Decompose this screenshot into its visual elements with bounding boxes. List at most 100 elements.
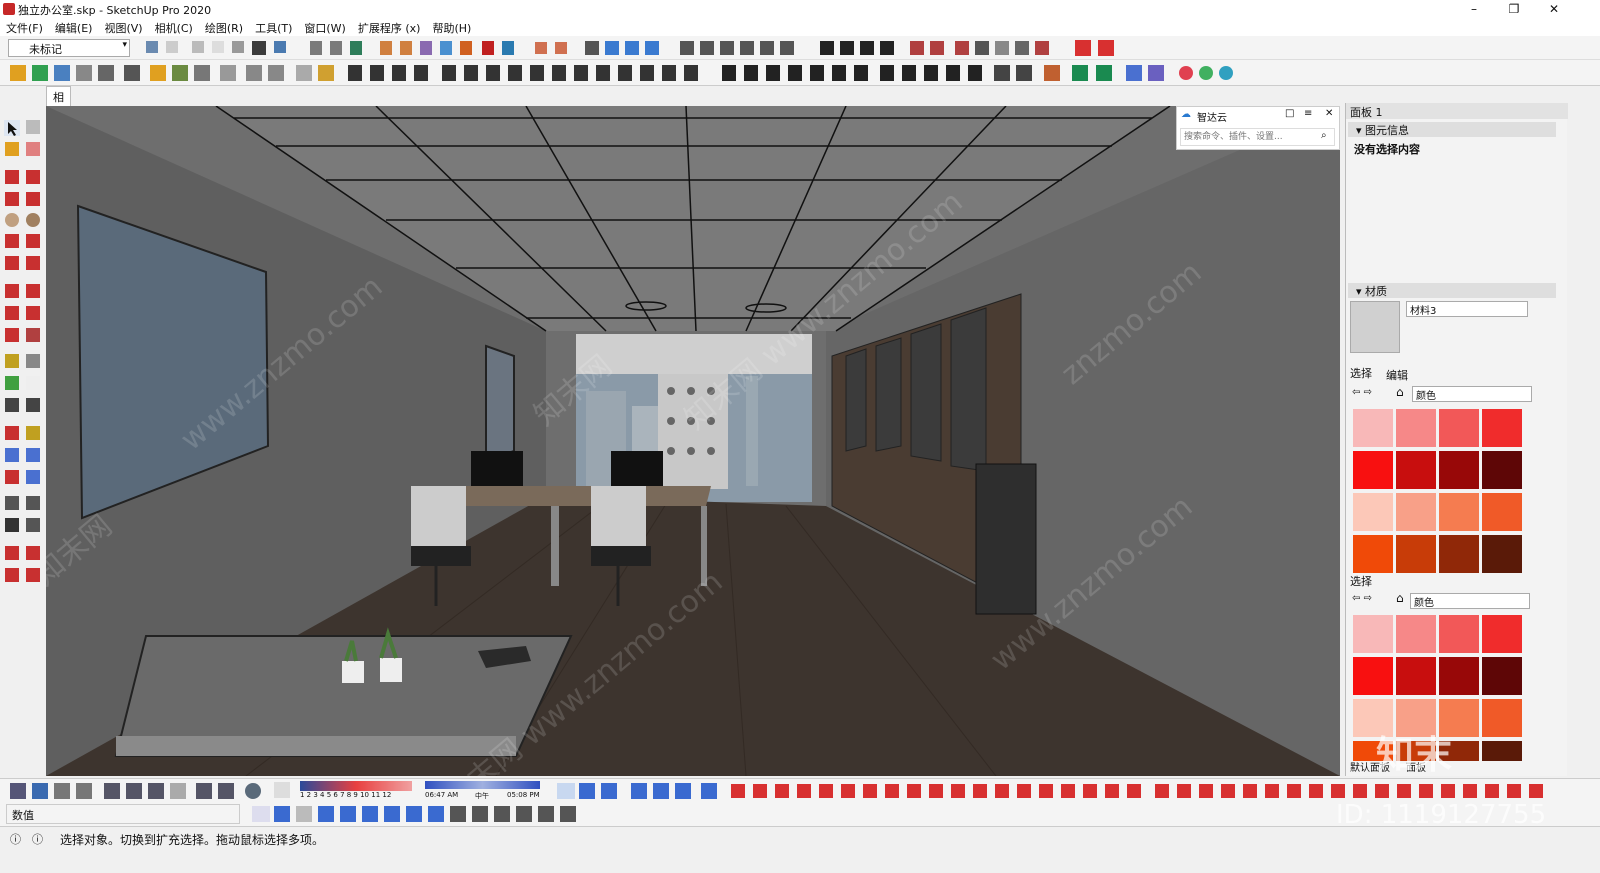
menu-file[interactable]: 文件(F) (0, 18, 49, 36)
color-swatch[interactable] (1396, 657, 1436, 695)
color-swatch[interactable] (1353, 493, 1393, 531)
tag-select[interactable]: 未标记 ▾ (8, 39, 130, 57)
collection-select[interactable]: 颜色 (1412, 386, 1532, 402)
search-panel-title: 智达云 (1197, 113, 1227, 124)
extension-tools[interactable] (555, 781, 1595, 801)
toolbar-row-1-icons[interactable] (140, 39, 1140, 57)
status-message: 选择对象。切换到扩充选择。拖动鼠标选择多项。 (60, 833, 325, 847)
entity-info-header[interactable]: ▾ 图元信息 (1348, 122, 1556, 137)
model-viewport[interactable]: www.znzmo.com 知末网 知末网 www.znzmo.com znzm… (46, 106, 1340, 776)
color-swatch[interactable] (1482, 409, 1522, 447)
menu-icon[interactable]: ≡ (1304, 108, 1312, 119)
home-icon-2[interactable]: ⌂ (1396, 591, 1404, 605)
select-label-2: 选择 (1350, 575, 1372, 588)
printer-cabinet (975, 463, 1037, 615)
color-swatch[interactable] (1439, 535, 1479, 573)
menu-draw[interactable]: 绘图(R) (199, 18, 249, 36)
color-swatch[interactable] (1396, 615, 1436, 653)
info-icon[interactable]: ⓘ (32, 831, 43, 847)
color-swatch[interactable] (1482, 699, 1522, 737)
color-swatch[interactable] (1439, 409, 1479, 447)
month-slider[interactable] (300, 781, 412, 791)
menu-help[interactable]: 帮助(H) (426, 18, 477, 36)
tray-panel: 面板 1 ▾ 图元信息 没有选择内容 ▾ 材质 材料3 选择 编辑 ⇦ ⇨ ⌂ … (1345, 103, 1568, 776)
wall-painting-small (485, 344, 515, 463)
title-bar: 独立办公室.skp - SketchUp Pro 2020 – ❐ ✕ (0, 0, 1600, 18)
search-panel: ☁ 智达云 □ ≡ ✕ ⌕ (1176, 106, 1340, 150)
menu-bar: 文件(F) 编辑(E) 视图(V) 相机(C) 绘图(R) 工具(T) 窗口(W… (0, 18, 1600, 36)
color-swatch[interactable] (1353, 451, 1393, 489)
command-search-input[interactable] (1180, 128, 1335, 146)
color-swatch[interactable] (1396, 535, 1436, 573)
back-arrow-icon[interactable]: ⇦ ⇨ (1352, 387, 1372, 398)
color-swatch[interactable] (1482, 535, 1522, 573)
monitor-2 (611, 451, 663, 486)
color-swatch[interactable] (1353, 657, 1393, 695)
color-swatch-grid-1 (1350, 407, 1528, 573)
menu-camera[interactable]: 相机(C) (149, 18, 199, 36)
brand-watermark: 知末 (1376, 733, 1453, 777)
restore-button[interactable]: ❐ (1494, 0, 1534, 18)
monitor-1 (471, 451, 523, 486)
search-icon[interactable]: ⌕ (1321, 130, 1327, 141)
shadow-icon[interactable] (274, 782, 290, 798)
menu-tools[interactable]: 工具(T) (249, 18, 298, 36)
color-swatch[interactable] (1396, 451, 1436, 489)
toolbar-row-2-icons[interactable] (6, 63, 1256, 83)
home-icon[interactable]: ⌂ (1396, 385, 1404, 399)
time-noon: 中午 (475, 792, 489, 800)
close-button[interactable]: ✕ (1534, 0, 1574, 18)
maximize-icon[interactable]: □ (1285, 108, 1294, 119)
desk (456, 486, 711, 506)
color-swatch[interactable] (1353, 535, 1393, 573)
tab-select[interactable]: 选择 (1350, 365, 1372, 381)
color-swatch[interactable] (1439, 451, 1479, 489)
window-title: 独立办公室.skp - SketchUp Pro 2020 (18, 4, 212, 17)
back-arrow-icon-2[interactable]: ⇦ ⇨ (1352, 593, 1372, 604)
entity-info-text: 没有选择内容 (1354, 143, 1420, 156)
color-swatch[interactable] (1482, 451, 1522, 489)
geo-location-icon[interactable]: ⓘ (10, 831, 21, 847)
material-name-field[interactable]: 材料3 (1406, 301, 1528, 317)
tool-icons[interactable] (0, 108, 46, 588)
menu-extensions[interactable]: 扩展程序 (x) (352, 18, 427, 36)
view-tools[interactable] (8, 781, 298, 801)
bottom-toolbar-1: 1 2 3 4 5 6 7 8 9 10 11 12 06:47 AM 中午 0… (0, 778, 1600, 802)
material-preview (1350, 301, 1400, 353)
color-swatch[interactable] (1439, 493, 1479, 531)
office-scene (46, 106, 1340, 776)
tab-edit[interactable]: 编辑 (1386, 367, 1408, 383)
time-start: 06:47 AM (425, 791, 459, 799)
color-swatch[interactable] (1396, 493, 1436, 531)
color-swatch[interactable] (1396, 409, 1436, 447)
color-swatch[interactable] (1439, 657, 1479, 695)
minimize-button[interactable]: – (1454, 0, 1494, 18)
measurements-box[interactable] (6, 804, 240, 824)
plugin-tools[interactable] (250, 804, 600, 824)
menu-window[interactable]: 窗口(W) (298, 18, 351, 36)
collection-select-2[interactable]: 颜色 (1410, 593, 1530, 609)
color-swatch[interactable] (1439, 615, 1479, 653)
color-swatch[interactable] (1353, 615, 1393, 653)
menu-edit[interactable]: 编辑(E) (49, 18, 99, 36)
tag-select-value: 未标记 (29, 43, 62, 56)
app-icon (3, 3, 15, 15)
toolbar-row-1: ✓ 未标记 ▾ (0, 36, 1600, 60)
close-icon[interactable]: ✕ (1325, 108, 1333, 119)
color-swatch[interactable] (1353, 409, 1393, 447)
color-swatch[interactable] (1482, 615, 1522, 653)
time-slider[interactable] (425, 781, 540, 789)
color-swatch[interactable] (1482, 493, 1522, 531)
color-swatch[interactable] (1482, 657, 1522, 695)
month-labels: 1 2 3 4 5 6 7 8 9 10 11 12 (300, 791, 392, 799)
toolbar-row-2 (0, 60, 1600, 86)
materials-label: 材质 (1365, 285, 1388, 298)
panel-title: 面板 1 (1346, 103, 1568, 119)
cloud-icon: ☁ (1181, 109, 1191, 120)
color-swatch[interactable] (1482, 741, 1522, 761)
image-id-label: ID: 1119127755 (1336, 800, 1547, 830)
time-end: 05:08 PM (507, 791, 540, 799)
menu-view[interactable]: 视图(V) (98, 18, 148, 36)
entity-info-label: 图元信息 (1365, 124, 1410, 137)
materials-header[interactable]: ▾ 材质 (1348, 283, 1556, 298)
